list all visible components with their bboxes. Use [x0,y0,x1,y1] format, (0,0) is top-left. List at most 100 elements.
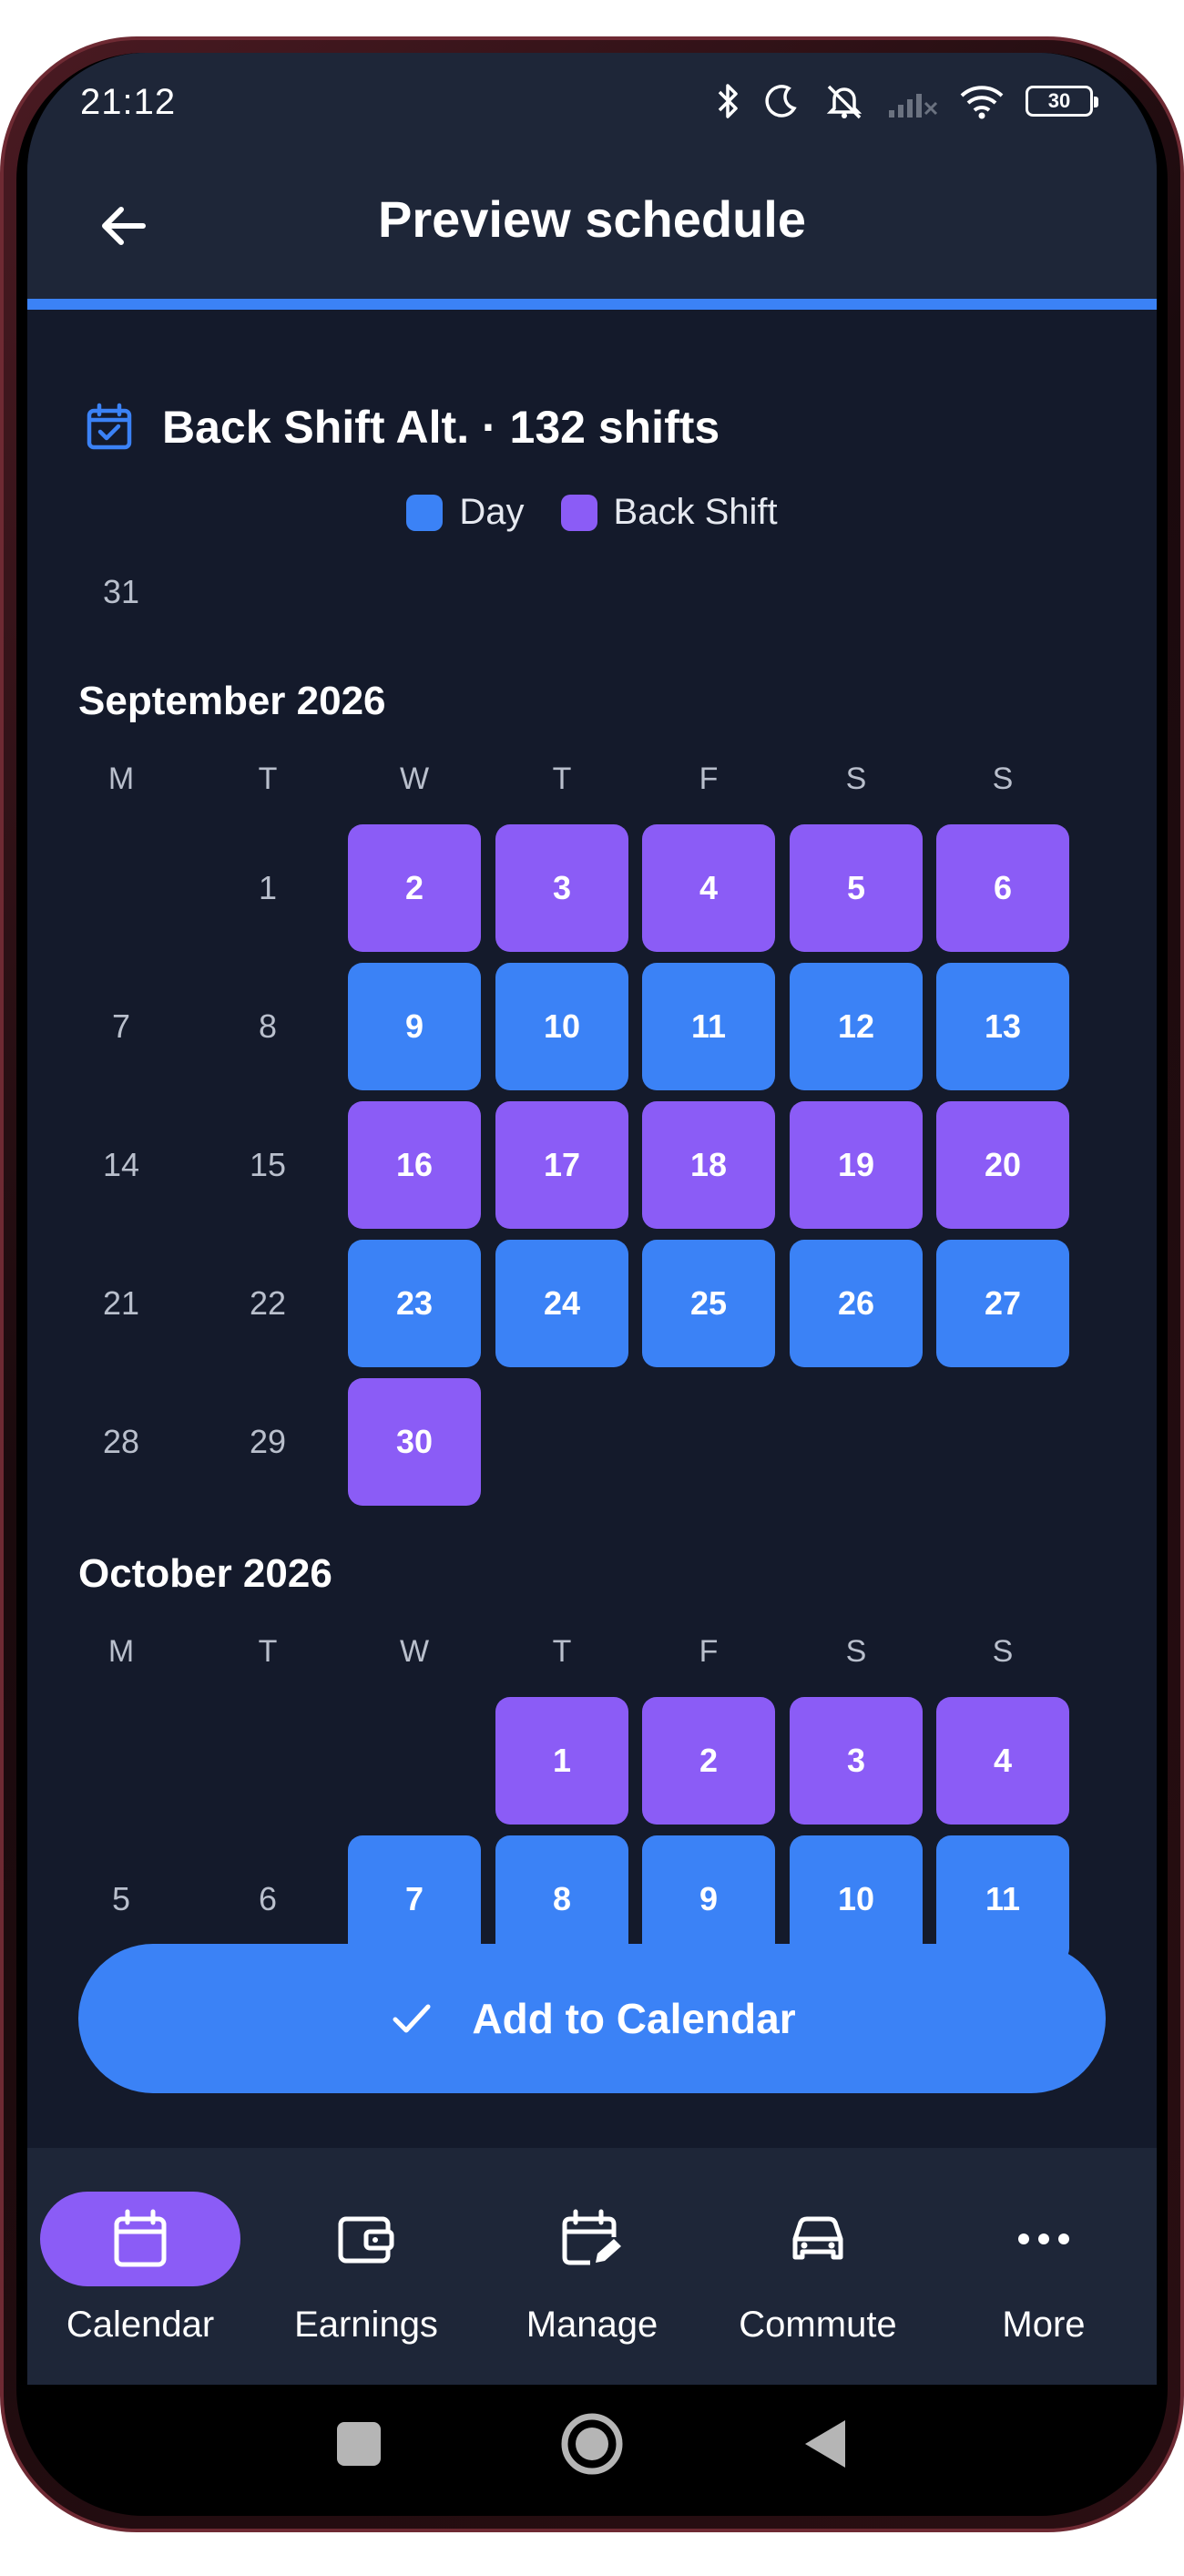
weekday-label: T [552,761,572,796]
top-bar: 21:12 30 Preview schedule [27,53,1157,299]
schedule-summary: Back Shift Alt. · 132 shifts [84,401,720,454]
nav-item-manage[interactable]: Manage [479,2148,705,2385]
back-shift-cell[interactable]: 20 [936,1101,1069,1229]
back-shift-cell[interactable]: 18 [642,1101,775,1229]
legend-swatch-back-shift [560,494,597,531]
nav-label-calendar: Calendar [66,2305,215,2345]
calendar-week-row: 7 8 9 10 11 12 13 [55,963,1129,1090]
back-shift-cell[interactable]: 1 [495,1697,628,1825]
calendar-day[interactable]: 28 [55,1378,188,1506]
weekday-label: T [552,1633,572,1669]
day-shift-cell[interactable]: 10 [495,963,628,1090]
bottom-navigation: Calendar Earnings Manage Commute More [27,2148,1157,2385]
weekday-label: T [258,761,278,796]
day-shift-cell[interactable]: 24 [495,1240,628,1367]
calendar-week-row: 14 15 16 17 18 19 20 [55,1101,1129,1229]
back-shift-cell[interactable]: 6 [936,824,1069,952]
status-icons: 30 [714,78,1098,124]
calendar-day[interactable]: 29 [201,1378,334,1506]
calendar-day[interactable]: 21 [55,1240,188,1367]
weekday-label: S [992,761,1014,796]
legend-item-day: Day [406,492,525,533]
system-navigation-bar [27,2385,1157,2503]
add-to-calendar-label: Add to Calendar [472,1995,796,2042]
month-title: September 2026 [78,679,386,723]
calendar-day[interactable]: 22 [201,1240,334,1367]
schedule-preview[interactable]: Back Shift Alt. · 132 shifts Day Back Sh… [27,310,1157,1966]
screen: 21:12 30 Preview schedule Back Shift Alt… [27,53,1157,2385]
legend-item-back-shift: Back Shift [560,492,778,533]
weekday-label: F [699,1633,719,1669]
weekday-label: W [399,761,430,796]
weekday-label: S [845,761,867,796]
back-shift-cell[interactable]: 2 [348,824,481,952]
calendar-day[interactable]: 15 [201,1101,334,1229]
moon-icon [765,85,797,118]
weekday-label: F [699,761,719,796]
page-title: Preview schedule [377,190,806,248]
battery-level: 30 [1047,89,1071,112]
nav-item-commute[interactable]: Commute [705,2148,931,2385]
nav-label-commute: Commute [739,2305,897,2345]
back-shift-cell[interactable]: 30 [348,1378,481,1506]
calendar-week-row: 1234 [55,1697,1129,1825]
calendar-week-row: 21 22 23 24 25 26 27 [55,1240,1129,1367]
battery-icon: 30 [1026,86,1098,117]
alarm-off-icon [826,85,862,119]
legend-swatch-day [406,494,444,531]
legend-label-back-shift: Back Shift [613,492,778,532]
day-shift-cell[interactable]: 26 [790,1240,923,1367]
day-shift-cell[interactable]: 9 [348,963,481,1090]
day-shift-cell[interactable]: 13 [936,963,1069,1090]
calendar-week-row: 28 29 30 [55,1378,1129,1506]
weekday-header-row: MTWTFSS [55,1624,1129,1679]
nav-item-earnings[interactable]: Earnings [253,2148,479,2385]
progress-bar [27,299,1157,310]
day-shift-cell[interactable]: 23 [348,1240,481,1367]
calendar-check-icon [87,403,132,450]
wallet-icon [338,2216,394,2264]
month-title: October 2026 [78,1551,332,1596]
weekday-label: W [399,1633,430,1669]
day-shift-cell[interactable]: 12 [790,963,923,1090]
back-shift-cell[interactable]: 4 [936,1697,1069,1825]
back-system-button[interactable] [800,2417,851,2471]
day-shift-cell[interactable]: 25 [642,1240,775,1367]
legend-label-day: Day [459,492,525,532]
calendar-day[interactable]: 7 [55,963,188,1090]
nav-item-calendar[interactable]: Calendar [27,2148,253,2385]
calendar-icon [114,2209,167,2267]
back-shift-cell[interactable]: 16 [348,1101,481,1229]
back-shift-cell[interactable]: 2 [642,1697,775,1825]
calendar-week-row: 123456 [55,824,1129,952]
back-shift-cell[interactable]: 17 [495,1101,628,1229]
calendar-day[interactable]: 8 [201,963,334,1090]
weekday-label: S [992,1633,1014,1669]
wifi-icon [960,86,1004,119]
more-horizontal-icon [1018,2234,1069,2244]
recents-button[interactable] [333,2418,384,2469]
back-shift-cell[interactable]: 5 [790,824,923,952]
weekday-label: M [107,761,135,796]
nav-label-more: More [1002,2305,1086,2345]
car-icon [792,2216,843,2260]
back-shift-cell[interactable]: 3 [790,1697,923,1825]
schedule-summary-text: Back Shift Alt. · 132 shifts [162,402,720,453]
back-shift-cell[interactable]: 19 [790,1101,923,1229]
weekday-header-row: MTWTFSS [55,751,1129,806]
home-button[interactable] [559,2411,625,2477]
bluetooth-icon [718,84,738,118]
nav-item-more[interactable]: More [931,2148,1157,2385]
calendar-day[interactable]: 14 [55,1101,188,1229]
calendar-day: 31 [102,573,140,610]
calendar-day[interactable]: 1 [201,824,334,952]
day-shift-cell[interactable]: 11 [642,963,775,1090]
day-shift-cell[interactable]: 27 [936,1240,1069,1367]
calendar-edit-icon [562,2209,621,2265]
back-shift-cell[interactable]: 3 [495,824,628,952]
legend: Day Back Shift [27,492,1157,533]
back-shift-cell[interactable]: 4 [642,824,775,952]
add-to-calendar-button[interactable]: Add to Calendar [78,1944,1106,2093]
status-time: 21:12 [80,82,177,122]
nav-icon-holder [492,2192,692,2286]
